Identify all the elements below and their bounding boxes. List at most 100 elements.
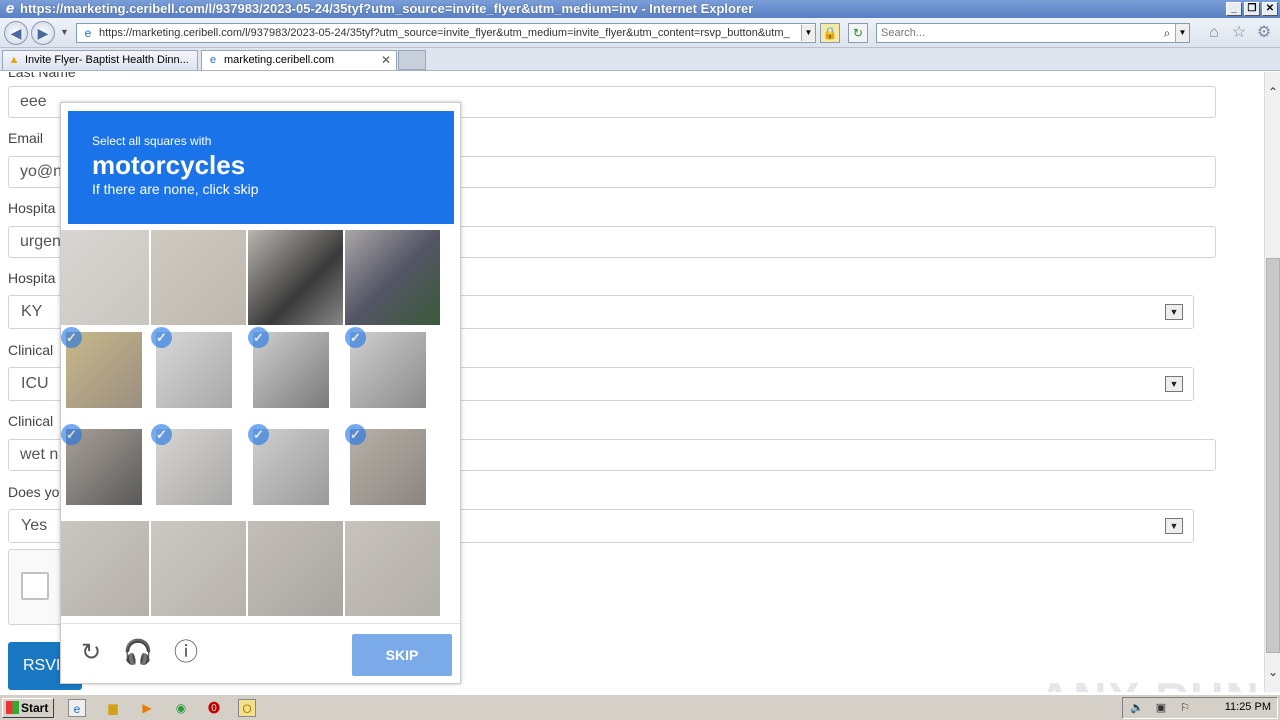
lock-icon[interactable]: 🔒: [820, 23, 840, 43]
email-label: Email: [8, 130, 44, 146]
captcha-tile[interactable]: ✓: [248, 424, 343, 519]
speaker-icon[interactable]: 🔈: [1129, 700, 1145, 716]
captcha-tile[interactable]: ✓: [61, 327, 149, 422]
captcha-target: motorcycles: [92, 150, 246, 180]
search-box[interactable]: ⌕ ▼: [876, 23, 1190, 43]
captcha-tile-image: [151, 521, 246, 616]
outlook-icon[interactable]: O: [238, 699, 256, 717]
headphones-icon[interactable]: 🎧: [123, 638, 153, 668]
tab-marketing[interactable]: e marketing.ceribell.com ✕: [201, 50, 397, 70]
chrome-icon[interactable]: ◉: [172, 699, 190, 717]
tab-label: Invite Flyer- Baptist Health Dinn...: [25, 54, 189, 66]
chevron-down-icon[interactable]: ▼: [1165, 304, 1183, 320]
window-title: https://marketing.ceribell.com/l/937983/…: [20, 1, 754, 16]
captcha-tile-image: [151, 230, 246, 325]
info-icon[interactable]: ⓘ: [171, 638, 201, 668]
captcha-tile[interactable]: [151, 230, 246, 325]
hospital-state-label: Hospita: [8, 270, 56, 286]
captcha-header: Select all squares with motorcycles If t…: [68, 111, 454, 224]
captcha-tile[interactable]: ✓: [345, 327, 440, 422]
anyrun-watermark: ANY RUN: [1038, 672, 1261, 692]
close-window-button[interactable]: ✕: [1262, 2, 1278, 16]
minimize-button[interactable]: _: [1226, 2, 1242, 16]
captcha-tile[interactable]: [345, 521, 440, 616]
does-label: Does yo: [8, 484, 60, 500]
skip-button[interactable]: SKIP: [352, 634, 452, 676]
window-titlebar: e https://marketing.ceribell.com/l/93798…: [0, 0, 1280, 18]
page-scrollbar[interactable]: ⌃ ⌄: [1264, 72, 1280, 692]
checkmark-icon: ✓: [345, 327, 366, 348]
drive-icon: ▲: [8, 54, 20, 66]
refresh-button[interactable]: ↻: [848, 23, 868, 43]
tools-gear-icon[interactable]: ⚙: [1255, 24, 1273, 42]
captcha-tile[interactable]: [248, 230, 343, 325]
ie-icon: e: [5, 0, 15, 17]
hospital-state-value: KY: [21, 303, 43, 320]
back-button[interactable]: ◀: [4, 21, 28, 45]
address-bar[interactable]: e https://marketing.ceribell.com/l/93798…: [76, 23, 816, 43]
close-tab-icon[interactable]: ✕: [381, 51, 391, 70]
recaptcha-checkbox[interactable]: [21, 572, 49, 600]
restore-button[interactable]: ❐: [1244, 2, 1260, 16]
captcha-tile-image: [345, 521, 440, 616]
reload-icon[interactable]: ↻: [76, 638, 106, 668]
captcha-instruction: Select all squares with: [92, 134, 212, 148]
captcha-tile[interactable]: [151, 521, 246, 616]
folder-icon[interactable]: ▆: [104, 699, 122, 717]
ie-icon: e: [209, 54, 217, 66]
system-tray: 🔈 ▣ ⚐ 11:25 PM: [1122, 697, 1278, 719]
page-icon: e: [84, 26, 92, 40]
captcha-tile-image: [61, 230, 149, 325]
flag-icon[interactable]: ⚐: [1177, 700, 1193, 716]
favorites-star-icon[interactable]: ☆: [1230, 24, 1248, 42]
home-icon[interactable]: ⌂: [1205, 24, 1223, 42]
address-url[interactable]: https://marketing.ceribell.com/l/937983/…: [99, 27, 801, 39]
captcha-footer: ↻ 🎧 ⓘ SKIP: [61, 623, 460, 683]
scroll-down-icon[interactable]: ⌄: [1265, 664, 1280, 680]
scroll-up-icon[interactable]: ⌃: [1265, 84, 1280, 100]
tab-label: marketing.ceribell.com: [224, 54, 335, 66]
history-dropdown-icon[interactable]: ▼: [60, 27, 69, 37]
last-name-label: Last Name: [8, 72, 76, 80]
captcha-tile-image: [248, 521, 343, 616]
new-tab-button[interactable]: [398, 50, 426, 70]
ie-taskbar-icon[interactable]: e: [68, 699, 86, 717]
opera-icon[interactable]: ⓿: [205, 699, 223, 717]
does-value: Yes: [21, 517, 48, 534]
network-icon[interactable]: ▣: [1153, 700, 1169, 716]
captcha-tile[interactable]: [61, 521, 149, 616]
chevron-down-icon[interactable]: ▼: [1165, 518, 1183, 534]
clock: 11:25 PM: [1224, 701, 1271, 713]
media-player-icon[interactable]: ▶: [138, 699, 156, 717]
checkmark-icon: ✓: [61, 424, 82, 445]
search-input[interactable]: [877, 27, 1159, 39]
captcha-tile[interactable]: [61, 230, 149, 325]
captcha-tile-image: [345, 230, 440, 325]
captcha-tile[interactable]: ✓: [151, 327, 246, 422]
clinical-label-2: Clinical: [8, 413, 54, 429]
captcha-tile-image: [248, 230, 343, 325]
search-dropdown-icon[interactable]: ▼: [1175, 24, 1189, 42]
checkmark-icon: ✓: [345, 424, 366, 445]
clinical-value-1: ICU: [21, 375, 49, 392]
start-button[interactable]: Start: [2, 698, 54, 718]
navigation-bar: ◀ ▶ ▼ e https://marketing.ceribell.com/l…: [0, 18, 1280, 48]
tab-invite-flyer[interactable]: ▲ Invite Flyer- Baptist Health Dinn...: [2, 50, 198, 70]
captcha-tile-image: [61, 521, 149, 616]
captcha-tile[interactable]: ✓: [345, 424, 440, 519]
checkmark-icon: ✓: [61, 327, 82, 348]
captcha-challenge: Select all squares with motorcycles If t…: [60, 102, 461, 684]
address-dropdown-icon[interactable]: ▼: [801, 25, 815, 41]
captcha-hint: If there are none, click skip: [92, 181, 259, 197]
checkmark-icon: ✓: [248, 327, 269, 348]
scrollbar-thumb[interactable]: [1266, 258, 1280, 653]
windows-logo-icon: [6, 701, 19, 714]
chevron-down-icon[interactable]: ▼: [1165, 376, 1183, 392]
captcha-tile[interactable]: [345, 230, 440, 325]
captcha-tile[interactable]: ✓: [151, 424, 246, 519]
forward-button[interactable]: ▶: [31, 21, 55, 45]
search-icon[interactable]: ⌕: [1159, 26, 1175, 41]
captcha-tile[interactable]: ✓: [248, 327, 343, 422]
captcha-tile[interactable]: [248, 521, 343, 616]
captcha-tile[interactable]: ✓: [61, 424, 149, 519]
